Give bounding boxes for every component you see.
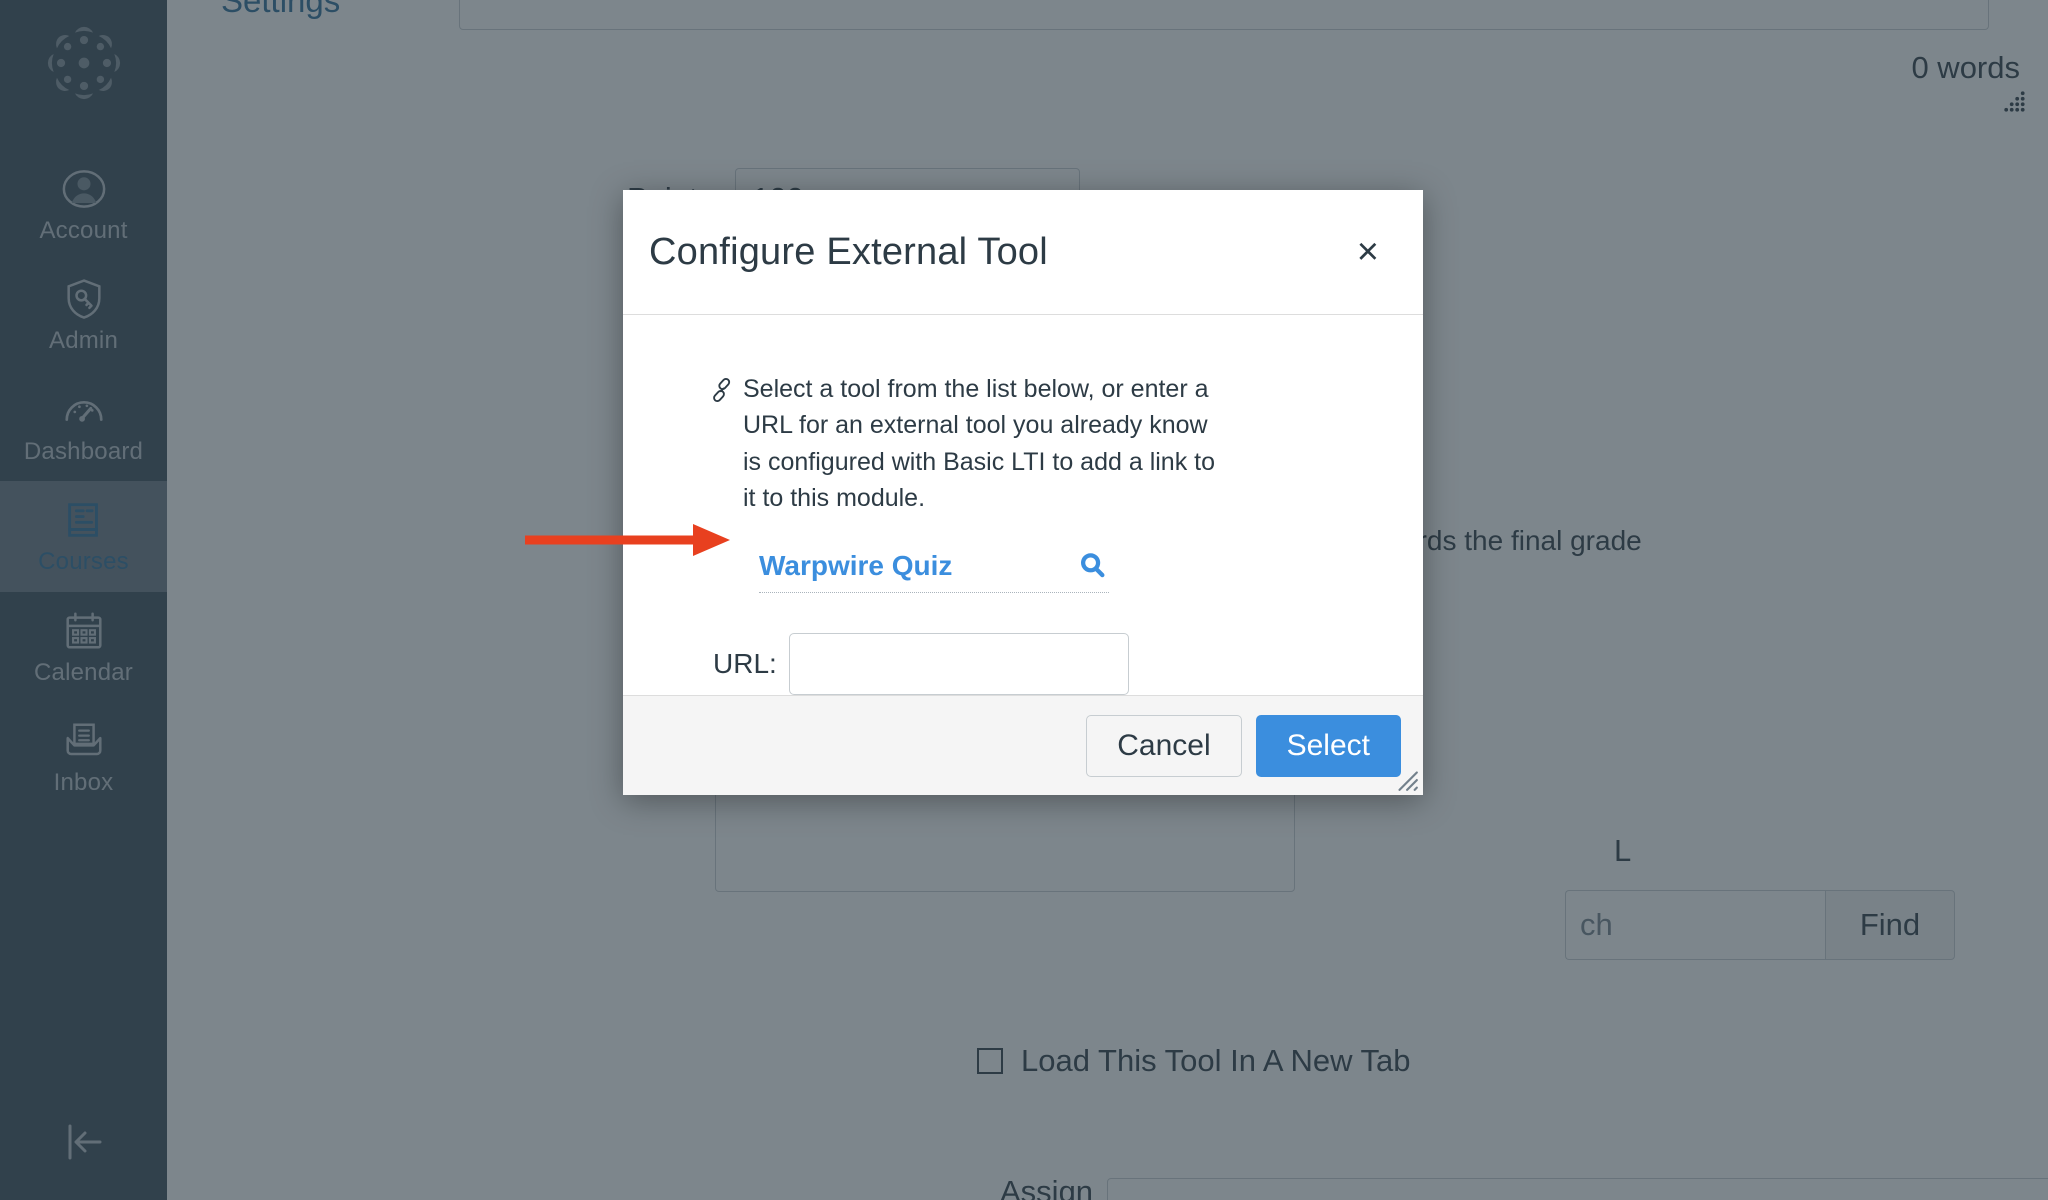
dialog-resize-grip[interactable] [1393, 766, 1419, 792]
cancel-button[interactable]: Cancel [1086, 714, 1242, 777]
close-icon[interactable]: × [1347, 227, 1389, 277]
intro-text: Select a tool from the list below, or en… [743, 375, 1215, 512]
tool-select-row: Warpwire Quiz [759, 550, 1109, 593]
screen-root: Settings 0 words Points 100 ards the fin… [0, 0, 2048, 1200]
search-icon[interactable] [1077, 550, 1109, 582]
dialog-header: Configure External Tool × [623, 190, 1423, 315]
dialog-body: Select a tool from the list below, or en… [623, 315, 1423, 695]
url-input[interactable] [788, 633, 1129, 695]
configure-external-tool-dialog: Configure External Tool × Select a tool … [623, 190, 1423, 795]
link-chain-icon [713, 377, 731, 403]
intro-row: Select a tool from the list below, or en… [707, 371, 1379, 516]
url-label: URL: [713, 648, 777, 679]
dialog-title: Configure External Tool [649, 230, 1048, 273]
tool-link-warpwire-quiz[interactable]: Warpwire Quiz [759, 550, 952, 582]
url-row: URL: [713, 633, 1379, 695]
select-button[interactable]: Select [1255, 714, 1401, 777]
dialog-footer: Cancel Select [623, 695, 1423, 795]
